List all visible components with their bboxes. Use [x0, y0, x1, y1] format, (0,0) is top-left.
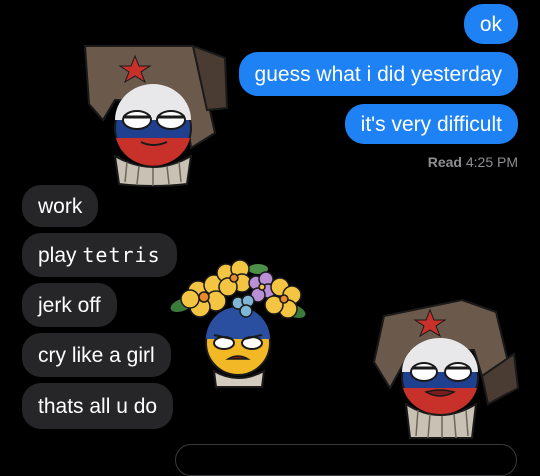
ushanka-character-sticker-top: [83, 44, 229, 187]
ushanka-character-sticker-bottom: [372, 298, 520, 439]
message-text: play: [38, 243, 77, 267]
flower-crown-character-sticker: [170, 259, 306, 388]
message-input[interactable]: [175, 444, 517, 476]
message-received-work: work: [22, 185, 99, 227]
message-received-play-tetris: play tetris: [22, 233, 177, 277]
message-sent-difficult: it's very difficult: [344, 104, 518, 144]
message-sent-ok: ok: [463, 4, 518, 44]
message-received-jerk-off: jerk off: [22, 283, 117, 327]
read-time: 4:25 PM: [465, 154, 518, 170]
message-received-thats-all: thats all u do: [22, 383, 174, 429]
message-received-cry: cry like a girl: [22, 333, 171, 377]
message-sent-guess: guess what i did yesterday: [238, 52, 518, 96]
handwritten-word: tetris: [82, 243, 161, 267]
read-label: Read: [427, 154, 462, 170]
read-receipt: Read 4:25 PM: [428, 154, 518, 170]
